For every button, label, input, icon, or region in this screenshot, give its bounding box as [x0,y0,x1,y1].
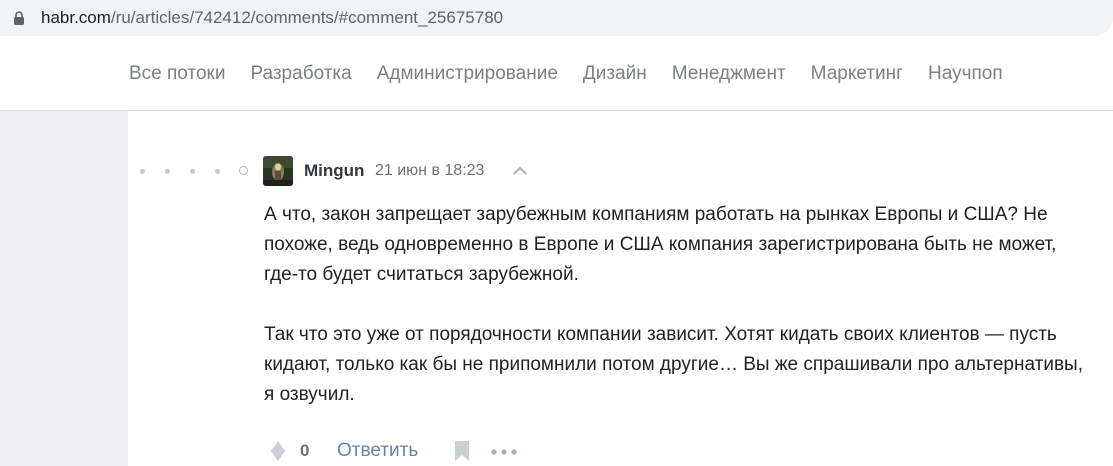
vote-icon[interactable] [270,440,286,462]
thread-dot [190,169,195,174]
nav-item-marketing[interactable]: Маркетинг [811,63,903,85]
comment-author[interactable]: Mingun [304,160,364,182]
bookmark-icon[interactable] [454,440,470,462]
more-icon[interactable] [491,448,517,456]
lock-icon [14,11,24,25]
thread-dot [215,169,220,174]
nav-item-management[interactable]: Менеджмент [672,63,786,85]
url-text: habr.com/ru/articles/742412/comments/#co… [41,8,503,28]
thread-dot [140,169,145,174]
url-path: /ru/articles/742412/comments/#comment_25… [110,8,504,27]
thread-dot [165,169,170,174]
nav-item-development[interactable]: Разработка [250,63,351,85]
site-header: Все потоки Разработка Администрирование … [0,36,1113,111]
flows-nav: Все потоки Разработка Администрирование … [129,36,1028,111]
reply-button[interactable]: Ответить [337,439,418,463]
url-host: habr.com [41,8,111,27]
nav-item-administration[interactable]: Администрирование [377,63,558,85]
nav-item-all-flows[interactable]: Все потоки [129,63,225,85]
nav-item-popsci[interactable]: Научпоп [928,63,1003,85]
nav-item-design[interactable]: Дизайн [583,63,647,85]
vote-count: 0 [300,441,310,460]
thread-dot-current[interactable] [239,166,248,175]
comment-paragraph: Так что это уже от порядочности компании… [264,324,1083,405]
comment-paragraph: А что, закон запрещает зарубежным компан… [264,204,1057,285]
url-field[interactable]: habr.com/ru/articles/742412/comments/#co… [0,0,1113,36]
comment-text: А что, закон запрещает зарубежным компан… [264,200,1084,410]
avatar[interactable] [263,156,293,186]
browser-address-bar: habr.com/ru/articles/742412/comments/#co… [0,0,1113,36]
chevron-up-icon[interactable] [512,164,528,178]
comment-timestamp[interactable]: 21 июн в 18:23 [375,160,484,182]
